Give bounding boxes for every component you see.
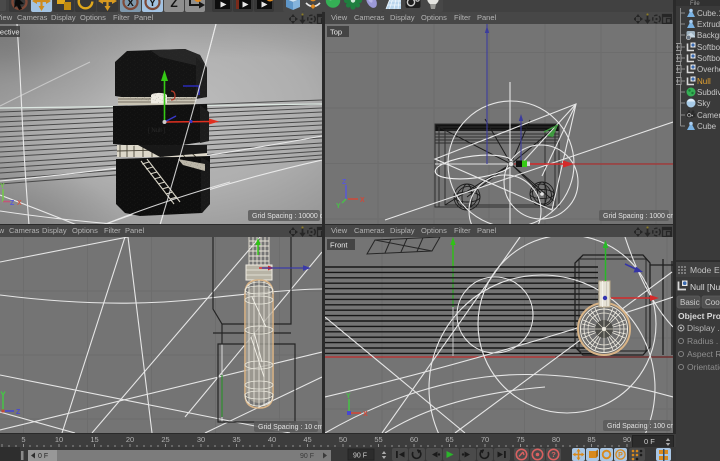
- svg-text:90 F: 90 F: [300, 453, 314, 460]
- svg-text:80: 80: [552, 435, 560, 444]
- svg-text:35: 35: [232, 435, 240, 444]
- svg-text:File: File: [690, 1, 700, 7]
- svg-text:45: 45: [303, 435, 311, 444]
- svg-text:Z: Z: [342, 179, 347, 186]
- svg-text:Grid Spacing : 100 cm: Grid Spacing : 100 cm: [607, 423, 673, 430]
- svg-text:Orientation: Orientation: [687, 362, 720, 372]
- svg-text:Y: Y: [336, 203, 341, 210]
- svg-text:P: P: [618, 452, 623, 459]
- svg-text:Z: Z: [170, 0, 177, 10]
- svg-text:70: 70: [481, 435, 489, 444]
- svg-text:Extrude: Extrude: [697, 20, 720, 29]
- svg-text:Camera: Camera: [697, 111, 720, 120]
- svg-text:Null [Null: Null [Null: [690, 282, 720, 292]
- svg-text:0 F: 0 F: [38, 453, 48, 460]
- svg-text:Object Proper: Object Proper: [678, 311, 720, 321]
- svg-text:25: 25: [161, 435, 169, 444]
- svg-text:Z: Z: [10, 200, 15, 207]
- svg-text:5: 5: [21, 435, 25, 444]
- svg-text:Cube.1: Cube.1: [697, 9, 720, 18]
- svg-text:E: E: [714, 265, 720, 275]
- svg-text:Y: Y: [0, 183, 5, 190]
- svg-text:85: 85: [587, 435, 595, 444]
- svg-text:Z: Z: [16, 409, 21, 416]
- svg-text:Y: Y: [346, 393, 351, 400]
- svg-text:X: X: [363, 411, 368, 418]
- svg-text:X: X: [360, 197, 365, 204]
- svg-text:spective: spective: [0, 28, 20, 37]
- svg-text:90: 90: [623, 435, 631, 444]
- svg-text:75: 75: [516, 435, 524, 444]
- svg-text:Aspect Rati: Aspect Rati: [687, 349, 720, 359]
- svg-text:Softbox: Softbox: [697, 54, 720, 63]
- svg-text:Backgro: Backgro: [697, 31, 720, 40]
- svg-text:65: 65: [445, 435, 453, 444]
- svg-text:15: 15: [90, 435, 98, 444]
- svg-text:?: ?: [551, 450, 556, 459]
- svg-text:Softbox: Softbox: [697, 43, 720, 52]
- svg-text:Radius . . .: Radius . . .: [687, 336, 720, 346]
- svg-text:Grid Spacing : 10 cm: Grid Spacing : 10 cm: [258, 424, 322, 431]
- svg-text:Overhea: Overhea: [697, 65, 720, 74]
- svg-text:Sky: Sky: [697, 99, 710, 108]
- svg-text:Mode: Mode: [690, 265, 712, 275]
- svg-text:Subdivis: Subdivis: [697, 88, 720, 97]
- svg-text:Front: Front: [330, 241, 348, 250]
- svg-text:Grid Spacing : 10000 cm: Grid Spacing : 10000 cm: [252, 213, 322, 220]
- svg-text:X: X: [17, 200, 22, 207]
- svg-text:50: 50: [339, 435, 347, 444]
- svg-text:90 F: 90 F: [353, 453, 367, 460]
- svg-text:55: 55: [374, 435, 382, 444]
- svg-text:Display . . .: Display . . .: [687, 323, 720, 333]
- svg-text:30: 30: [197, 435, 205, 444]
- svg-text:Cube: Cube: [697, 122, 717, 131]
- svg-text:X: X: [127, 0, 134, 9]
- svg-text:Null: Null: [697, 77, 711, 86]
- svg-text:10: 10: [55, 435, 63, 444]
- svg-text:Grid Spacing : 1000 cm: Grid Spacing : 1000 cm: [603, 213, 673, 220]
- svg-text:Top: Top: [330, 28, 342, 37]
- svg-text:Basic: Basic: [680, 298, 700, 307]
- svg-text:Coord: Coord: [705, 298, 720, 307]
- svg-text:60: 60: [410, 435, 418, 444]
- svg-text:20: 20: [126, 435, 134, 444]
- svg-text:40: 40: [268, 435, 276, 444]
- svg-text:Y: Y: [149, 0, 156, 9]
